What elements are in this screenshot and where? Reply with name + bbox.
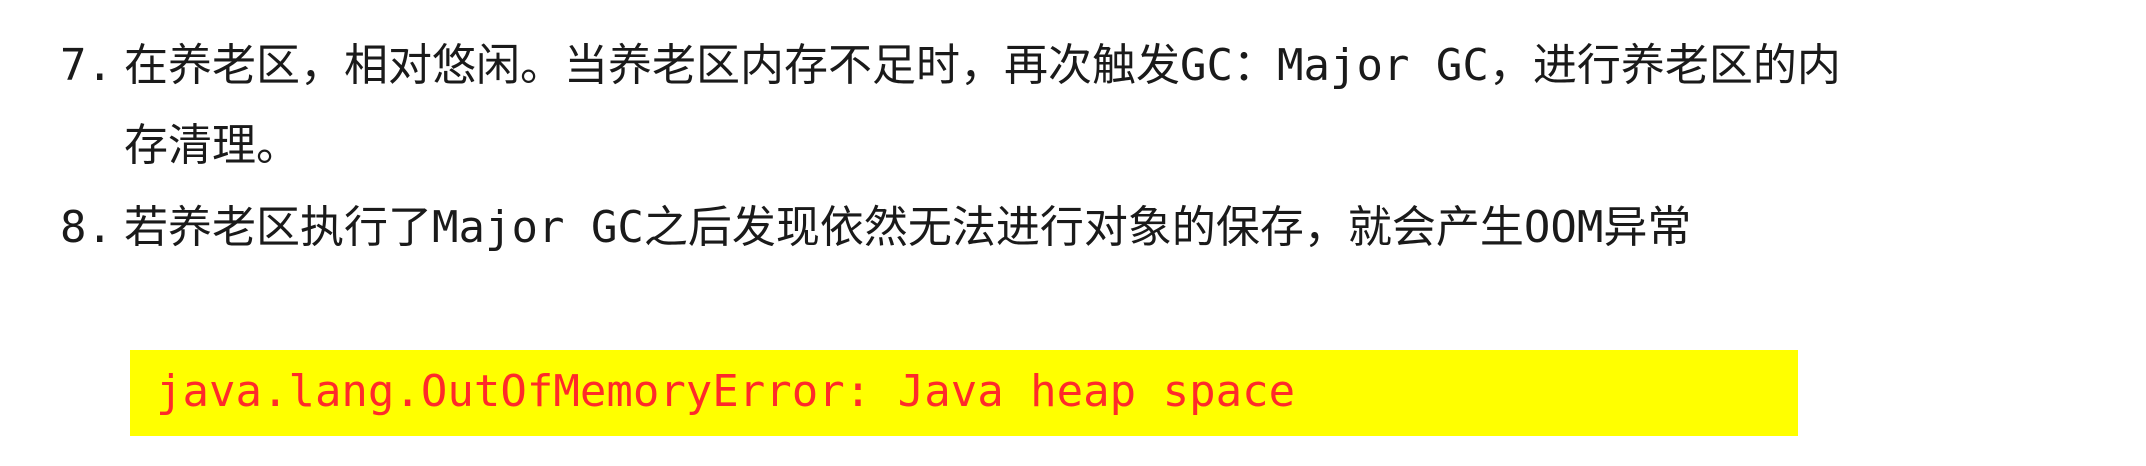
list-item-7-continuation: 存清理。 [124,124,300,168]
error-message: java.lang.OutOfMemoryError: Java heap sp… [156,366,1296,417]
list-item-text-continuation: 存清理。 [124,120,300,171]
list-item-7: 7. 在养老区，相对悠闲。当养老区内存不足时，再次触发GC：Major GC，进行… [60,44,1841,88]
list-item-text: 若养老区执行了Major GC之后发现依然无法进行对象的保存，就会产生OOM异常 [124,202,1692,253]
list-item-number: 7. [60,40,113,91]
list-item-8: 8. 若养老区执行了Major GC之后发现依然无法进行对象的保存，就会产生OOM… [60,206,1691,250]
error-highlight-box: java.lang.OutOfMemoryError: Java heap sp… [130,350,1798,436]
list-item-number: 8. [60,202,113,253]
slide-page: 7. 在养老区，相对悠闲。当养老区内存不足时，再次触发GC：Major GC，进行… [0,0,2146,466]
list-item-text: 在养老区，相对悠闲。当养老区内存不足时，再次触发GC：Major GC，进行养老… [124,40,1841,91]
